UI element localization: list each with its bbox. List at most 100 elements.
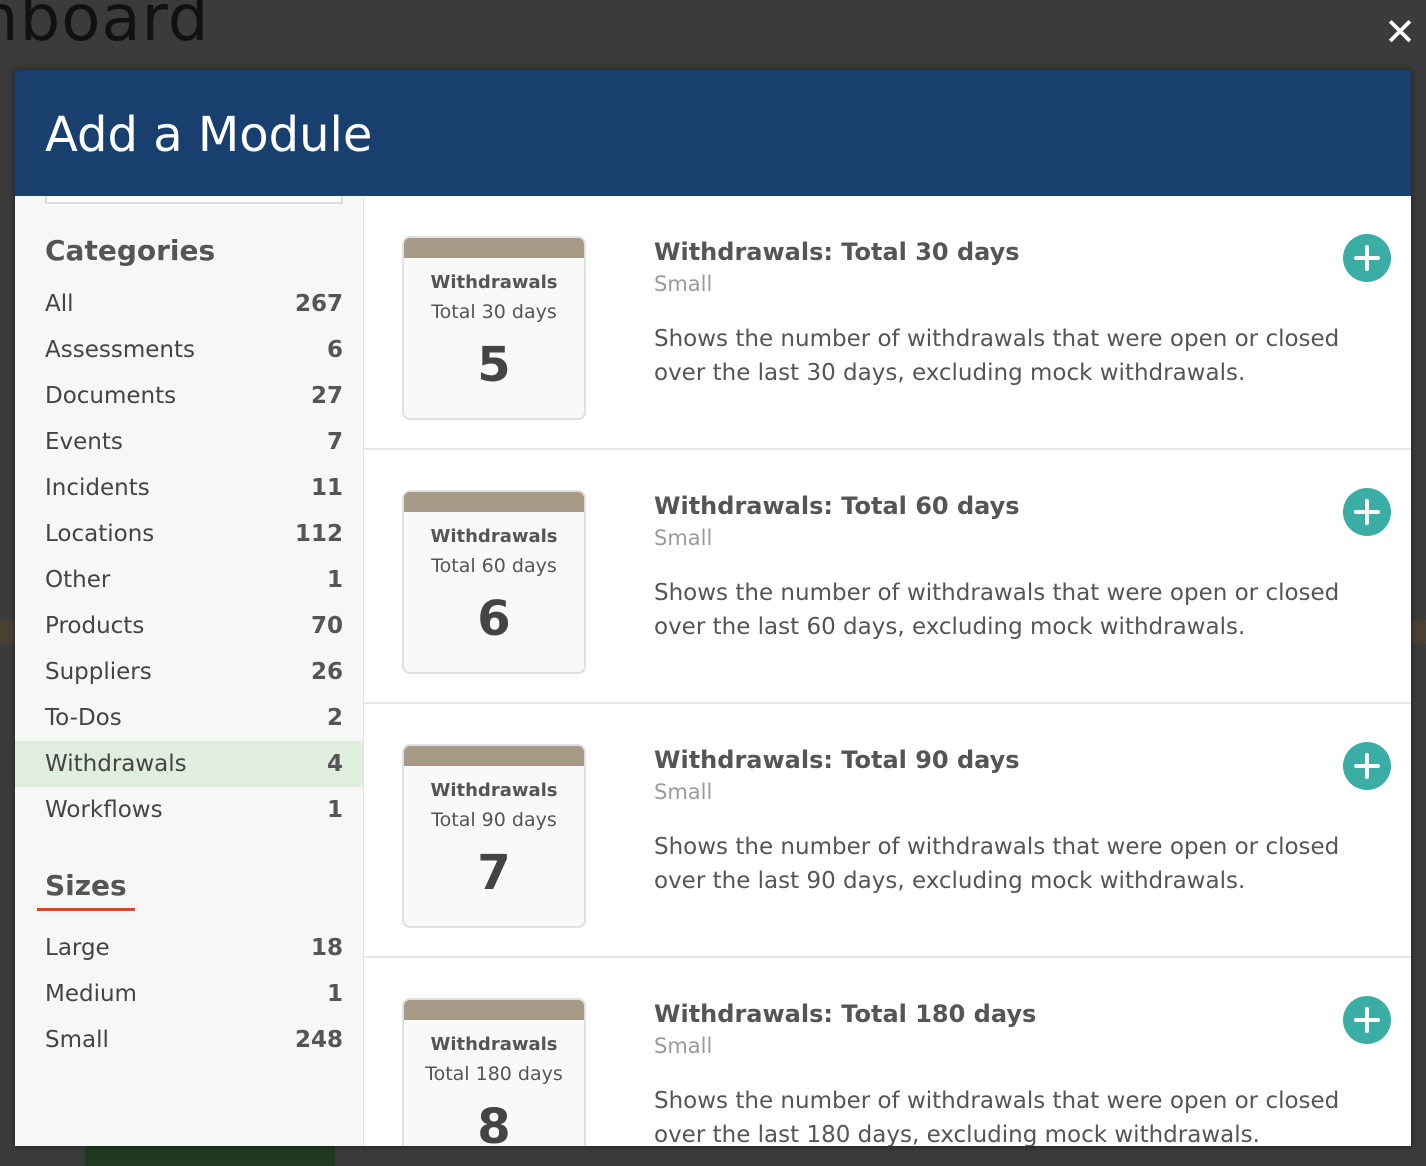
category-item-locations[interactable]: Locations 112	[15, 511, 363, 557]
category-count: 26	[310, 659, 343, 685]
card-header-bar	[404, 1000, 584, 1020]
category-item-to-dos[interactable]: To-Dos 2	[15, 695, 363, 741]
search-input[interactable]	[45, 196, 343, 204]
module-size: Small	[654, 526, 713, 550]
module-title: Withdrawals: Total 180 days	[654, 1000, 1037, 1028]
module-description: Shows the number of withdrawals that wer…	[654, 580, 1340, 640]
module-description: Shows the number of withdrawals that wer…	[654, 834, 1340, 894]
card-value: 5	[477, 337, 511, 393]
size-label: Large	[45, 935, 110, 961]
modal-header: Add a Module	[15, 70, 1411, 196]
module-title: Withdrawals: Total 90 days	[654, 746, 1020, 774]
module-description: Shows the number of withdrawals that wer…	[654, 1088, 1340, 1146]
module-preview-card: Withdrawals Total 180 days 8	[402, 998, 586, 1146]
size-item-large[interactable]: Large 18	[15, 925, 363, 971]
module-preview-card: Withdrawals Total 30 days 5	[402, 236, 586, 420]
module-list: Withdrawals Total 30 days 5 Withdrawals: To…	[364, 196, 1411, 1146]
category-label: Events	[45, 429, 123, 455]
category-label: Incidents	[45, 475, 150, 501]
category-item-withdrawals[interactable]: Withdrawals 4	[15, 741, 363, 787]
category-label: Locations	[45, 521, 155, 547]
category-item-assessments[interactable]: Assessments 6	[15, 327, 363, 373]
module-size: Small	[654, 1034, 713, 1058]
category-count: 70	[310, 613, 343, 639]
category-item-events[interactable]: Events 7	[15, 419, 363, 465]
category-count: 112	[294, 521, 343, 547]
module-row: Withdrawals Total 60 days 6 Withdrawals: To…	[364, 450, 1411, 704]
card-subtitle: Total 90 days	[431, 809, 557, 831]
dashboard-heading: hboard	[0, 0, 210, 56]
category-count: 7	[326, 429, 343, 455]
category-label: Other	[45, 567, 111, 593]
module-info: Withdrawals: Total 60 days Small Shows the…	[654, 492, 1344, 644]
category-item-documents[interactable]: Documents 27	[15, 373, 363, 419]
category-item-other[interactable]: Other 1	[15, 557, 363, 603]
card-subtitle: Total 180 days	[425, 1063, 563, 1085]
close-icon[interactable]: ✕	[1382, 13, 1418, 51]
add-module-dialog: Add a Module Categories All 267 Assessment…	[15, 70, 1411, 1146]
category-item-workflows[interactable]: Workflows 1	[15, 787, 363, 833]
plus-circle-icon[interactable]	[1343, 488, 1391, 536]
card-name: Withdrawals	[430, 780, 558, 801]
category-count: 267	[294, 291, 343, 317]
modal-title: Add a Module	[45, 107, 373, 163]
sizes-title-wrap: Sizes	[15, 869, 363, 911]
module-size: Small	[654, 272, 713, 296]
card-header-bar	[404, 746, 584, 766]
card-header-bar	[404, 238, 584, 258]
category-label: To-Dos	[45, 705, 122, 731]
card-subtitle: Total 30 days	[431, 301, 557, 323]
card-name: Withdrawals	[430, 272, 558, 293]
size-count: 18	[310, 935, 343, 961]
size-label: Small	[45, 1027, 109, 1053]
plus-circle-icon[interactable]	[1343, 234, 1391, 282]
size-count: 248	[294, 1027, 343, 1053]
module-description: Shows the number of withdrawals that wer…	[654, 326, 1340, 386]
category-count: 4	[326, 751, 343, 777]
module-preview-card: Withdrawals Total 90 days 7	[402, 744, 586, 928]
card-name: Withdrawals	[430, 1034, 558, 1055]
category-label: All	[45, 291, 74, 317]
category-count: 11	[310, 475, 343, 501]
size-label: Medium	[45, 981, 137, 1007]
card-value: 7	[477, 845, 511, 901]
category-count: 1	[326, 567, 343, 593]
filter-sidebar: Categories All 267 Assessments 6 Documents 27…	[15, 196, 364, 1146]
size-item-small[interactable]: Small 248	[15, 1017, 363, 1063]
category-list: All 267 Assessments 6 Documents 27 Events 7 Inci…	[15, 281, 363, 833]
category-count: 6	[326, 337, 343, 363]
module-title: Withdrawals: Total 30 days	[654, 238, 1020, 266]
categories-title: Categories	[45, 234, 216, 267]
category-item-products[interactable]: Products 70	[15, 603, 363, 649]
card-header-bar	[404, 492, 584, 512]
modal-body: Categories All 267 Assessments 6 Documents 27…	[15, 196, 1411, 1146]
plus-circle-icon[interactable]	[1343, 742, 1391, 790]
category-item-all[interactable]: All 267	[15, 281, 363, 327]
module-info: Withdrawals: Total 180 days Small Shows th…	[654, 1000, 1344, 1146]
category-count: 2	[326, 705, 343, 731]
category-label: Suppliers	[45, 659, 152, 685]
category-count: 1	[326, 797, 343, 823]
module-row: Withdrawals Total 180 days 8 Withdrawals: T…	[364, 958, 1411, 1146]
background-strip	[0, 620, 15, 644]
background-strip	[1411, 620, 1426, 644]
card-value: 8	[477, 1099, 511, 1146]
category-item-incidents[interactable]: Incidents 11	[15, 465, 363, 511]
card-name: Withdrawals	[430, 526, 558, 547]
category-count: 27	[310, 383, 343, 409]
sizes-title: Sizes	[37, 869, 135, 911]
background-green-block	[85, 1146, 335, 1166]
size-item-medium[interactable]: Medium 1	[15, 971, 363, 1017]
category-label: Documents	[45, 383, 177, 409]
module-info: Withdrawals: Total 90 days Small Shows the…	[654, 746, 1344, 898]
size-list: Large 18 Medium 1 Small 248	[15, 925, 363, 1063]
module-title: Withdrawals: Total 60 days	[654, 492, 1020, 520]
module-info: Withdrawals: Total 30 days Small Shows the…	[654, 238, 1344, 390]
module-preview-card: Withdrawals Total 60 days 6	[402, 490, 586, 674]
category-label: Assessments	[45, 337, 195, 363]
plus-circle-icon[interactable]	[1343, 996, 1391, 1044]
category-item-suppliers[interactable]: Suppliers 26	[15, 649, 363, 695]
category-label: Products	[45, 613, 145, 639]
size-count: 1	[326, 981, 343, 1007]
module-row: Withdrawals Total 30 days 5 Withdrawals: To…	[364, 196, 1411, 450]
